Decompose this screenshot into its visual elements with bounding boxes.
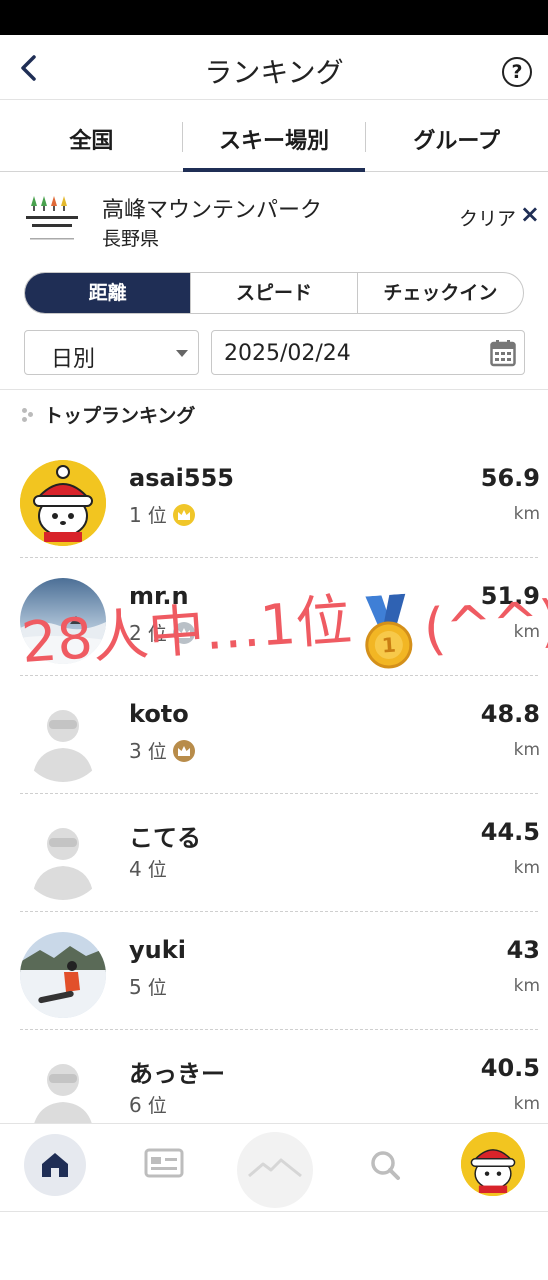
bronze-crown-icon bbox=[172, 739, 195, 762]
annotation-suffix: (^^) bbox=[421, 588, 548, 663]
distance-unit: km bbox=[513, 1094, 540, 1114]
rank-number: 1 bbox=[129, 502, 142, 527]
ranking-row[interactable]: こてる 4位 44.5 km bbox=[0, 794, 548, 912]
distance-value: 56.9 bbox=[480, 464, 540, 492]
user-avatar[interactable] bbox=[20, 460, 106, 546]
user-name: koto bbox=[129, 700, 189, 728]
ranking-row[interactable]: koto 3位 48.8 km bbox=[0, 676, 548, 794]
distance-unit: km bbox=[513, 976, 540, 996]
divider bbox=[0, 389, 548, 390]
metric-segmented-control: 距離 スピード チェックイン bbox=[24, 272, 524, 314]
tab-by-ski-resort[interactable]: スキー場別 bbox=[182, 100, 366, 172]
distance-value: 48.8 bbox=[480, 700, 540, 728]
resort-selection: 高峰マウンテンパーク 長野県 クリア × bbox=[0, 172, 548, 264]
distance-value: 43 bbox=[506, 936, 540, 964]
resort-name: 高峰マウンテンパーク bbox=[102, 198, 323, 223]
rank-suffix: 位 bbox=[147, 859, 167, 881]
period-select[interactable]: 日別 bbox=[24, 330, 199, 375]
top-bar: ランキング ? bbox=[0, 35, 548, 100]
rank-label: 6位 bbox=[129, 1091, 167, 1118]
distance-unit: km bbox=[513, 504, 540, 524]
rank-suffix: 位 bbox=[147, 505, 167, 527]
rank-suffix: 位 bbox=[147, 977, 167, 999]
section-header: トップランキング bbox=[22, 401, 195, 428]
metric-distance[interactable]: 距離 bbox=[25, 273, 191, 313]
clear-button[interactable]: クリア bbox=[459, 204, 516, 231]
distance-unit: km bbox=[513, 740, 540, 760]
mountain-icon bbox=[248, 1158, 302, 1178]
close-icon[interactable]: × bbox=[520, 200, 540, 228]
svg-text:1: 1 bbox=[381, 633, 397, 658]
bottom-nav bbox=[0, 1123, 548, 1211]
rank-suffix: 位 bbox=[147, 741, 167, 763]
search-icon[interactable] bbox=[368, 1148, 402, 1182]
tab-nationwide[interactable]: 全国 bbox=[0, 100, 183, 171]
tab-divider bbox=[182, 122, 183, 152]
section-title: トップランキング bbox=[44, 405, 196, 427]
rank-number: 6 bbox=[129, 1092, 142, 1117]
date-picker[interactable]: 2025/02/24 bbox=[211, 330, 525, 375]
gold-crown-icon bbox=[172, 503, 195, 526]
divider bbox=[0, 1211, 548, 1212]
rank-number: 5 bbox=[129, 974, 142, 999]
default-avatar-icon[interactable] bbox=[20, 814, 106, 900]
scope-tabs: 全国 スキー場別 グループ bbox=[0, 100, 548, 172]
rank-label: 3位 bbox=[129, 737, 195, 764]
nav-center[interactable] bbox=[237, 1132, 313, 1208]
metric-checkin[interactable]: チェックイン bbox=[356, 273, 523, 313]
user-name: こてる bbox=[129, 824, 201, 852]
distance-value: 44.5 bbox=[480, 818, 540, 846]
status-bar bbox=[0, 0, 548, 35]
date-value: 2025/02/24 bbox=[224, 341, 351, 366]
home-icon bbox=[42, 1153, 68, 1177]
resort-logo bbox=[22, 192, 82, 248]
rank-suffix: 位 bbox=[147, 1095, 167, 1117]
user-avatar[interactable] bbox=[20, 932, 106, 1018]
ranking-row[interactable]: yuki 5位 43 km bbox=[0, 912, 548, 1030]
dots-icon bbox=[22, 407, 36, 422]
rank-number: 3 bbox=[129, 738, 142, 763]
metric-speed[interactable]: スピード bbox=[190, 273, 356, 313]
user-name: asai555 bbox=[129, 464, 234, 492]
help-button[interactable]: ? bbox=[502, 57, 532, 87]
tab-group[interactable]: グループ bbox=[365, 100, 548, 171]
resort-prefecture: 長野県 bbox=[102, 228, 160, 250]
default-avatar-icon[interactable] bbox=[20, 696, 106, 782]
period-value: 日別 bbox=[51, 347, 96, 372]
chevron-down-icon bbox=[176, 350, 188, 357]
rank-number: 4 bbox=[129, 856, 142, 881]
rank-label: 5位 bbox=[129, 973, 167, 1000]
distance-value: 40.5 bbox=[480, 1054, 540, 1082]
card-icon[interactable] bbox=[144, 1148, 184, 1178]
rank-label: 1位 bbox=[129, 501, 195, 528]
ranking-row[interactable]: asai555 1位 56.9 km bbox=[0, 440, 548, 558]
user-name: あっきー bbox=[129, 1060, 225, 1088]
page-title: ランキング bbox=[204, 56, 344, 89]
distance-unit: km bbox=[513, 858, 540, 878]
calendar-icon[interactable] bbox=[490, 339, 516, 367]
user-name: yuki bbox=[129, 936, 186, 964]
profile-avatar[interactable] bbox=[461, 1132, 525, 1196]
tab-divider bbox=[365, 122, 366, 152]
rank-label: 4位 bbox=[129, 855, 167, 882]
gold-medal-icon: 1 bbox=[365, 593, 413, 669]
nav-home[interactable] bbox=[24, 1134, 86, 1196]
